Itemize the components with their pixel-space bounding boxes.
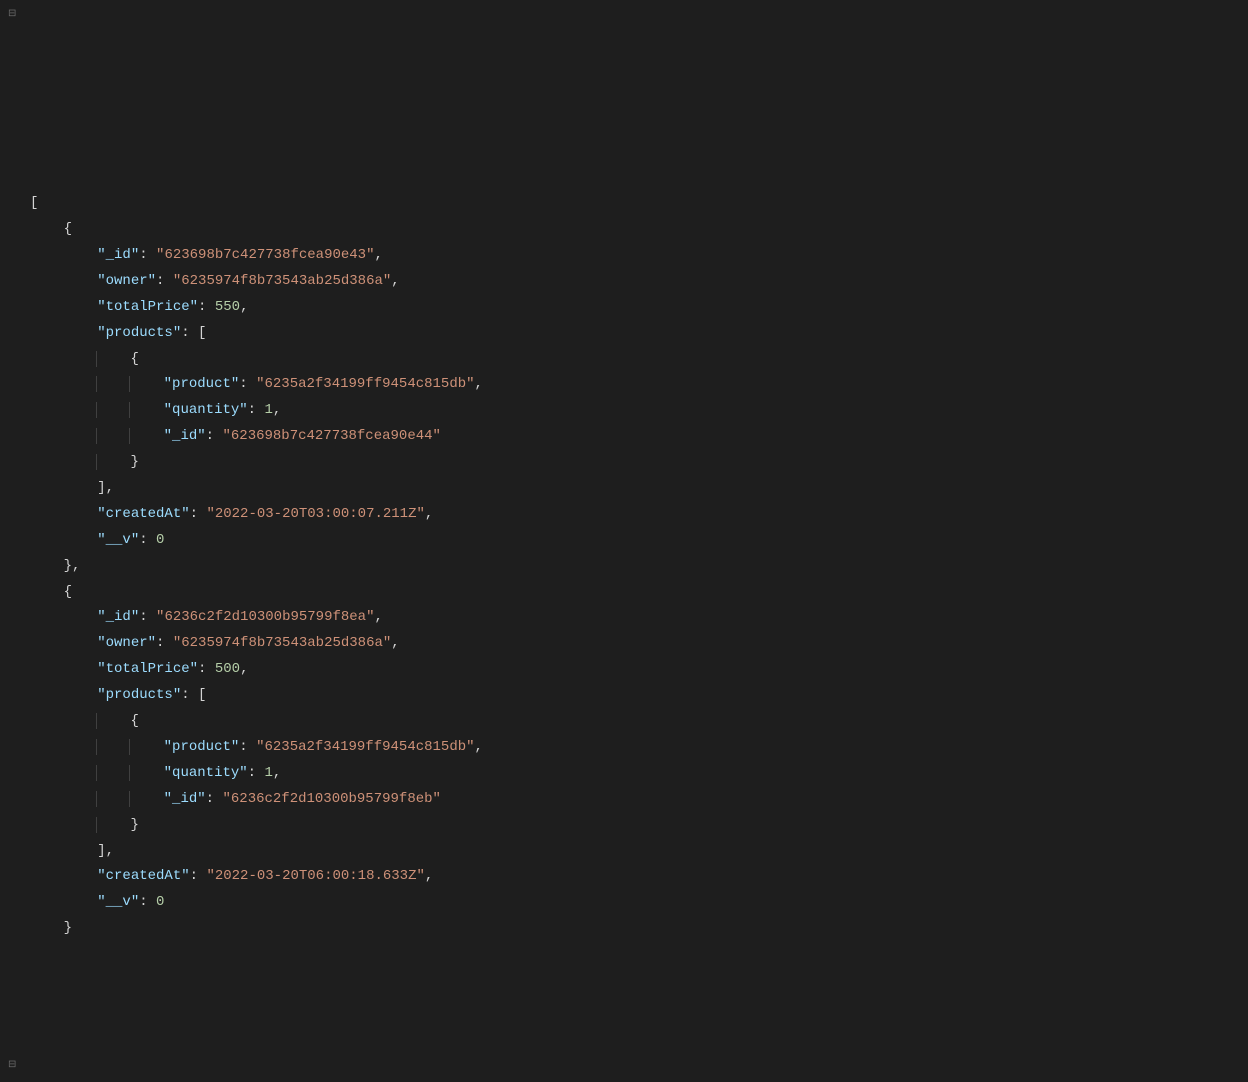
v-line: "__v": 0 [30, 890, 1238, 916]
owner-line: "owner": "6235974f8b73543ab25d386a", [30, 631, 1238, 657]
product-line: "product": "6235a2f34199ff9454c815db", [30, 735, 1238, 761]
array-open: [ [30, 191, 1238, 217]
product-obj-open: { [30, 709, 1238, 735]
totalprice-line: "totalPrice": 550, [30, 295, 1238, 321]
object-open: { [30, 217, 1238, 243]
code-editor[interactable]: [ { "_id": "623698b7c427738fcea90e43", "… [30, 191, 1238, 942]
object-close: } [30, 916, 1238, 942]
createdat-line: "createdAt": "2022-03-20T06:00:18.633Z", [30, 864, 1238, 890]
quantity-line: "quantity": 1, [30, 398, 1238, 424]
object-close: }, [30, 554, 1238, 580]
products-close-line: ], [30, 839, 1238, 865]
id-line: "_id": "623698b7c427738fcea90e43", [30, 243, 1238, 269]
v-line: "__v": 0 [30, 528, 1238, 554]
products-open-line: "products": [ [30, 683, 1238, 709]
quantity-line: "quantity": 1, [30, 761, 1238, 787]
createdat-line: "createdAt": "2022-03-20T03:00:07.211Z", [30, 502, 1238, 528]
object-open: { [30, 580, 1238, 606]
product-obj-open: { [30, 347, 1238, 373]
owner-line: "owner": "6235974f8b73543ab25d386a", [30, 269, 1238, 295]
product-obj-close: } [30, 450, 1238, 476]
totalprice-line: "totalPrice": 500, [30, 657, 1238, 683]
fold-top-icon[interactable]: ⊟ [8, 6, 16, 25]
pid-line: "_id": "623698b7c427738fcea90e44" [30, 424, 1238, 450]
pid-line: "_id": "6236c2f2d10300b95799f8eb" [30, 787, 1238, 813]
products-open-line: "products": [ [30, 321, 1238, 347]
id-line: "_id": "6236c2f2d10300b95799f8ea", [30, 605, 1238, 631]
product-line: "product": "6235a2f34199ff9454c815db", [30, 372, 1238, 398]
fold-bottom-icon[interactable]: ⊟ [8, 1057, 16, 1076]
products-close-line: ], [30, 476, 1238, 502]
product-obj-close: } [30, 813, 1238, 839]
